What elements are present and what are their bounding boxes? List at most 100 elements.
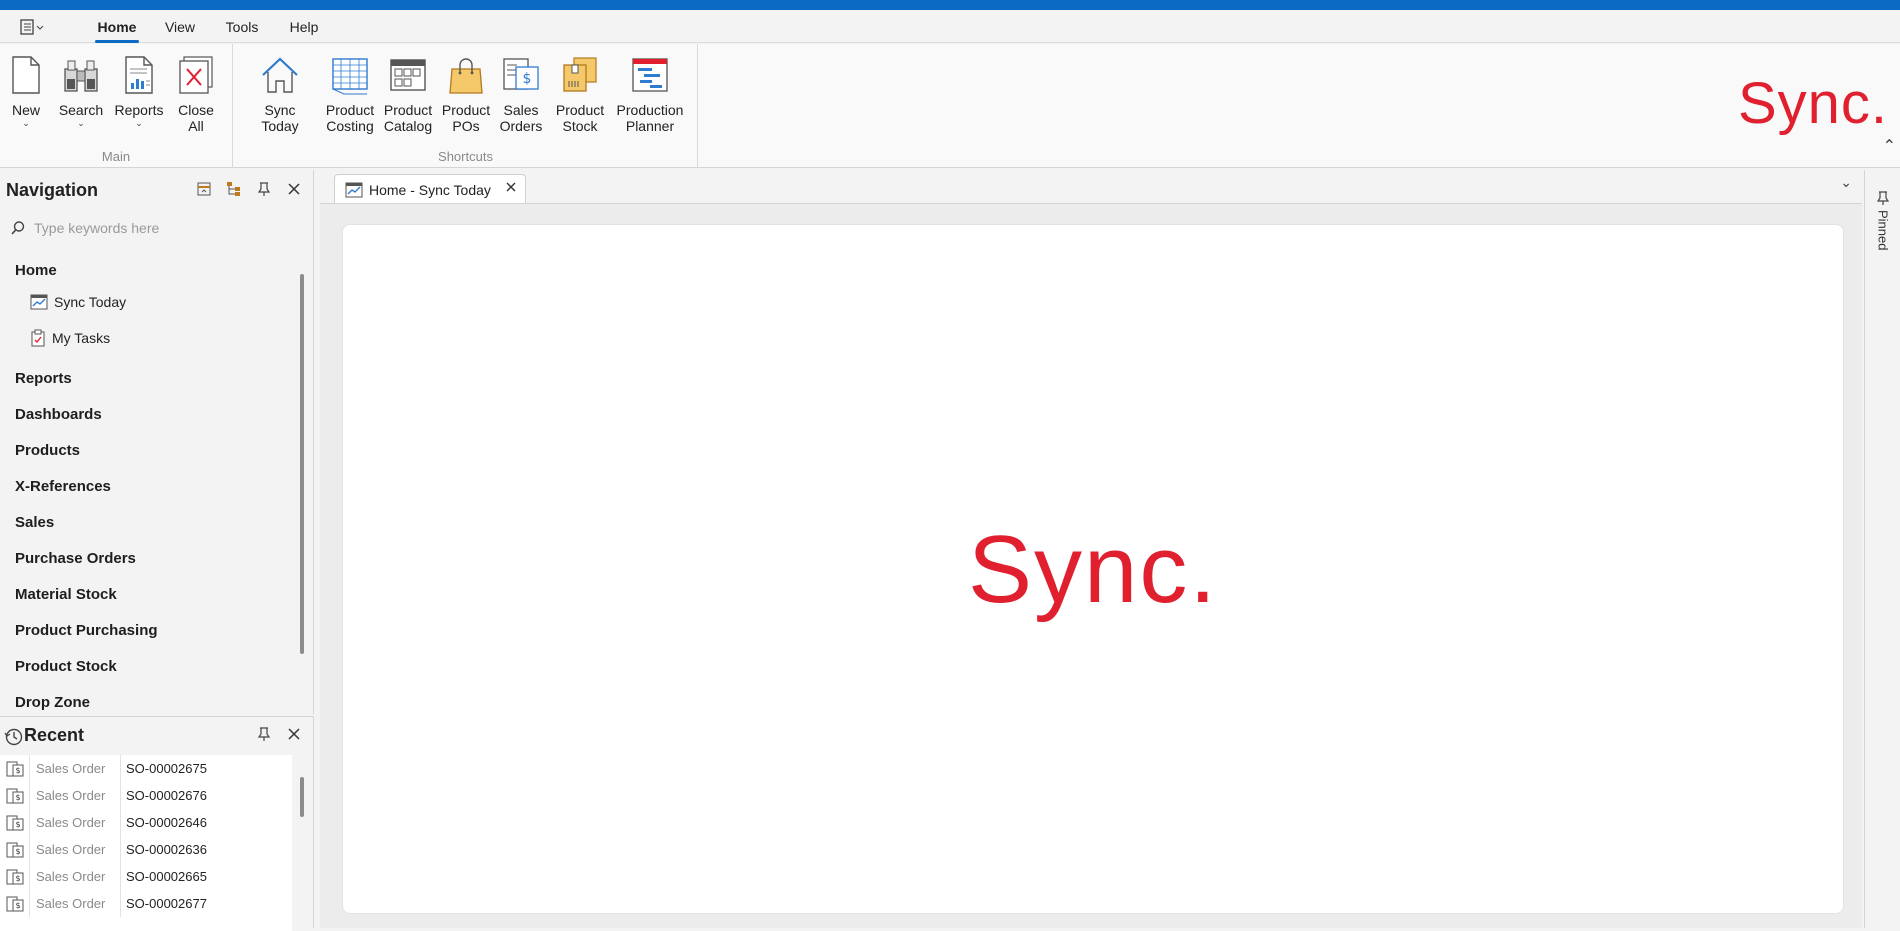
chevron-down-icon: ⌄ <box>22 118 30 128</box>
nav-section-reports[interactable]: Reports <box>15 370 72 387</box>
nav-section-dashboards[interactable]: Dashboards <box>15 406 102 423</box>
close-panel-button[interactable] <box>285 180 303 198</box>
recent-list: $ Sales Order SO-00002675 $ Sales Order … <box>0 755 292 931</box>
pin-panel-button[interactable] <box>255 180 273 198</box>
close-icon <box>506 182 516 192</box>
pin-icon <box>1876 191 1890 205</box>
nav-item-my-tasks[interactable]: My Tasks <box>30 329 110 347</box>
recent-title: Recent <box>24 725 85 745</box>
tab-list-dropdown[interactable]: ⌄ <box>1840 174 1852 191</box>
close-icon <box>288 728 300 740</box>
chevron-down-icon: ⌄ <box>135 118 143 128</box>
nav-item-sync-today[interactable]: Sync Today <box>30 294 126 310</box>
recent-row[interactable]: $ Sales Order SO-00002675 <box>0 755 292 782</box>
brand-logo-large: Sync. <box>967 516 1219 623</box>
nav-section-products[interactable]: Products <box>15 442 80 459</box>
recent-row[interactable]: $ Sales Order SO-00002665 <box>0 863 292 890</box>
spreadsheet-icon <box>329 52 371 98</box>
ribbon: New ⌄ Search ⌄ Reports ⌄ Close All Main <box>0 44 1900 168</box>
reports-button[interactable]: Reports ⌄ <box>112 52 166 128</box>
navigation-panel: Navigation Type keywords here Home Sync … <box>0 170 314 714</box>
expand-tree-button[interactable] <box>225 180 243 198</box>
production-planner-button[interactable]: Production Planner <box>614 52 686 134</box>
document-area: Sync. <box>320 203 1862 928</box>
pin-icon <box>257 182 271 196</box>
nav-section-product-purchasing[interactable]: Product Purchasing <box>15 622 158 639</box>
svg-text:$: $ <box>15 874 20 883</box>
pin-panel-button[interactable] <box>255 725 273 743</box>
sync-today-dashboard: Sync. <box>342 224 1844 914</box>
sales-order-icon: $ <box>6 761 23 776</box>
product-catalog-button[interactable]: Product Catalog <box>382 52 434 134</box>
recent-row[interactable]: $ Sales Order SO-00002636 <box>0 836 292 863</box>
nav-section-home[interactable]: Home <box>15 262 57 279</box>
svg-text:$: $ <box>523 71 532 87</box>
gantt-chart-icon <box>629 52 671 98</box>
history-icon <box>4 727 24 752</box>
search-button[interactable]: Search ⌄ <box>56 52 106 128</box>
chevron-down-icon: ⌄ <box>1840 174 1852 190</box>
search-input[interactable]: Type keywords here <box>34 220 159 236</box>
catalog-icon <box>387 52 429 98</box>
sales-order-icon: $ <box>6 815 23 830</box>
stock-box-icon <box>559 52 601 98</box>
navigation-search[interactable]: Type keywords here <box>10 216 300 240</box>
sales-order-icon: $ <box>500 52 542 98</box>
tab-help[interactable]: Help <box>288 16 320 40</box>
dashboard-chart-icon <box>30 294 48 310</box>
sync-today-button[interactable]: Sync Today <box>244 52 316 134</box>
dashboard-chart-icon <box>345 182 363 197</box>
nav-section-product-stock[interactable]: Product Stock <box>15 658 117 675</box>
tab-home[interactable]: Home <box>95 16 139 43</box>
menu-bar: Home View Tools Help <box>0 10 1900 43</box>
document-tab-strip: Home - Sync Today ⌄ <box>316 170 1862 204</box>
tree-structure-icon <box>227 182 240 196</box>
brand-logo: Sync. <box>1737 71 1888 136</box>
app-menu-icon <box>20 19 44 35</box>
product-stock-button[interactable]: Product Stock <box>554 52 606 134</box>
tab-tools[interactable]: Tools <box>224 16 260 40</box>
product-costing-button[interactable]: Product Costing <box>324 52 376 134</box>
nav-section-sales[interactable]: Sales <box>15 514 54 531</box>
search-icon <box>11 221 25 235</box>
chevron-down-icon: ⌄ <box>77 118 85 128</box>
product-pos-button[interactable]: Product POs <box>440 52 492 134</box>
ribbon-group-label: Shortcuts <box>438 149 493 164</box>
recent-scrollbar[interactable] <box>300 777 304 817</box>
nav-section-purchase-orders[interactable]: Purchase Orders <box>15 550 136 567</box>
nav-section-x-references[interactable]: X-References <box>15 478 111 495</box>
home-icon <box>259 52 301 98</box>
pinned-side-panel[interactable]: Pinned <box>1864 170 1900 928</box>
navigation-title: Navigation <box>6 180 99 200</box>
collapse-ribbon-button[interactable]: ⌃ <box>1883 136 1896 156</box>
sales-order-icon: $ <box>6 842 23 857</box>
navigation-tree: Home Sync Today My Tasks Reports Dashboa… <box>0 250 300 710</box>
close-tab-button[interactable] <box>505 180 517 198</box>
document-tab-home[interactable]: Home - Sync Today <box>334 174 526 204</box>
recent-row[interactable]: $ Sales Order SO-00002677 <box>0 890 292 917</box>
close-panel-button[interactable] <box>285 725 303 743</box>
recent-row[interactable]: $ Sales Order SO-00002676 <box>0 782 292 809</box>
report-chart-icon <box>118 52 160 98</box>
navigation-scrollbar[interactable] <box>300 274 304 654</box>
sales-orders-button[interactable]: $ Sales Orders <box>498 52 544 134</box>
tab-view[interactable]: View <box>164 16 196 40</box>
navigation-toolbar <box>195 180 303 198</box>
nav-section-material-stock[interactable]: Material Stock <box>15 586 117 603</box>
binoculars-icon <box>60 52 102 98</box>
sales-order-icon: $ <box>6 788 23 803</box>
document-tab-title: Home - Sync Today <box>369 181 491 198</box>
nav-section-drop-zone[interactable]: Drop Zone <box>15 694 90 710</box>
new-button[interactable]: New ⌄ <box>4 52 48 128</box>
clipboard-check-icon <box>31 329 45 347</box>
shopping-bag-icon <box>445 52 487 98</box>
app-menu-button[interactable] <box>16 16 48 38</box>
recent-row[interactable]: $ Sales Order SO-00002646 <box>0 809 292 836</box>
svg-text:$: $ <box>15 847 20 856</box>
close-icon <box>288 183 300 195</box>
ribbon-group-main: New ⌄ Search ⌄ Reports ⌄ Close All Main <box>0 44 233 168</box>
pin-icon <box>257 727 271 741</box>
close-all-button[interactable]: Close All <box>172 52 220 134</box>
recent-panel: Recent $ Sales Order SO-00002675 $ Sales… <box>0 716 314 931</box>
collapse-tree-button[interactable] <box>195 180 213 198</box>
